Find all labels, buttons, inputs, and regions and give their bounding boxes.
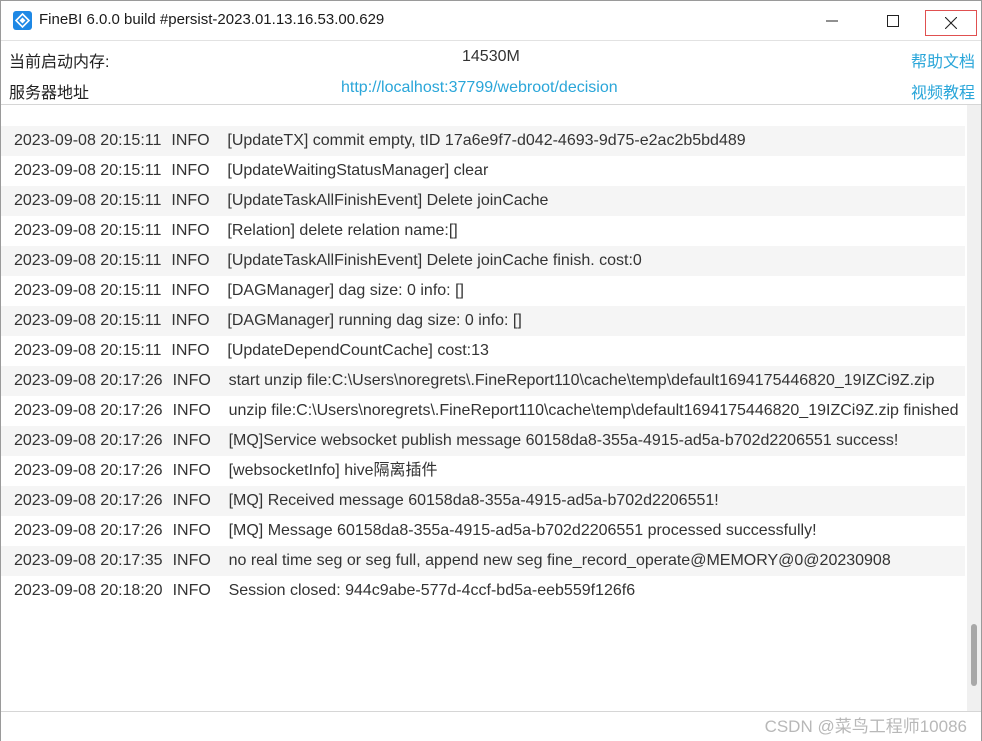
log-timestamp: 2023-09-08 20:18:20 xyxy=(14,582,163,599)
close-icon xyxy=(945,17,957,29)
scroll-thumb[interactable] xyxy=(971,624,977,686)
log-timestamp: 2023-09-08 20:17:26 xyxy=(14,462,163,479)
log-panel[interactable]: 2023-09-08 20:15:11 INFO [UpdateTX] commit… xyxy=(1,104,981,711)
log-row: 2023-09-08 20:17:26 INFO [MQ] Message 6015… xyxy=(1,516,965,546)
log-timestamp: 2023-09-08 20:15:11 xyxy=(14,342,162,359)
log-row: 2023-09-08 20:17:26 INFO [websocketInfo] h… xyxy=(1,456,965,486)
log-level: INFO xyxy=(171,342,210,359)
log-level: INFO xyxy=(172,462,211,479)
log-message: [Relation] delete relation name:[] xyxy=(227,222,458,239)
log-timestamp: 2023-09-08 20:17:26 xyxy=(14,432,163,449)
log-timestamp: 2023-09-08 20:15:11 xyxy=(14,282,162,299)
log-message: [websocketInfo] hive隔离插件 xyxy=(228,462,438,479)
log-level: INFO xyxy=(172,552,211,569)
address-label: 服务器地址 xyxy=(9,85,90,102)
log-timestamp: 2023-09-08 20:15:11 xyxy=(14,252,162,269)
log-level: INFO xyxy=(172,582,211,599)
bottom-bar: CSDN @菜鸟工程师10086 xyxy=(1,711,981,741)
log-message: [MQ] Message 60158da8-355a-4915-ad5a-b70… xyxy=(228,522,817,539)
log-row: 2023-09-08 20:15:11 INFO [UpdateTaskAllFin… xyxy=(1,186,965,216)
maximize-icon xyxy=(887,15,899,27)
log-timestamp: 2023-09-08 20:15:11 xyxy=(14,222,162,239)
log-level: INFO xyxy=(171,312,210,329)
log-row: 2023-09-08 20:15:11 INFO [UpdateTX] commit… xyxy=(1,126,965,156)
log-row: 2023-09-08 20:15:11 INFO [UpdateWaitingSta… xyxy=(1,156,965,186)
log-row: 2023-09-08 20:15:11 INFO [UpdateDependCoun… xyxy=(1,336,965,366)
log-message: [UpdateTaskAllFinishEvent] Delete joinCa… xyxy=(227,252,642,269)
log-level: INFO xyxy=(171,132,210,149)
log-timestamp: 2023-09-08 20:17:26 xyxy=(14,492,163,509)
memory-label: 当前启动内存: xyxy=(9,54,110,71)
log-row: 2023-09-08 20:15:11 INFO [DAGManager] dag … xyxy=(1,276,965,306)
log-message: [MQ] Received message 60158da8-355a-4915… xyxy=(228,492,719,509)
log-message: no real time seg or seg full, append new… xyxy=(228,552,891,569)
watermark: CSDN @菜鸟工程师10086 xyxy=(764,717,967,736)
title-bar[interactable]: FineBI 6.0.0 build #persist-2023.01.13.1… xyxy=(1,1,981,41)
log-message: [UpdateDependCountCache] cost:13 xyxy=(227,342,489,359)
log-message: start unzip file:C:\Users\noregrets\.Fin… xyxy=(228,372,935,389)
memory-value: 14530M xyxy=(462,48,520,65)
log-level: INFO xyxy=(171,162,210,179)
log-list: 2023-09-08 20:15:11 INFO [UpdateTX] commit… xyxy=(1,105,965,606)
log-level: INFO xyxy=(171,252,210,269)
log-message: [DAGManager] dag size: 0 info: [] xyxy=(227,282,464,299)
minimize-button[interactable] xyxy=(809,1,855,41)
log-message: [MQ]Service websocket publish message 60… xyxy=(228,432,899,449)
maximize-button[interactable] xyxy=(870,1,916,41)
log-timestamp: 2023-09-08 20:15:11 xyxy=(14,312,162,329)
log-row: 2023-09-08 20:17:26 INFO start unzip file:… xyxy=(1,366,965,396)
log-level: INFO xyxy=(171,282,210,299)
log-row: 2023-09-08 20:15:11 INFO [Relation] delete… xyxy=(1,216,965,246)
log-timestamp: 2023-09-08 20:17:26 xyxy=(14,402,163,419)
log-message: unzip file:C:\Users\noregrets\.FineRepor… xyxy=(228,402,959,419)
log-row: 2023-09-08 20:17:26 INFO unzip file:C:\Use… xyxy=(1,396,965,426)
log-row: 2023-09-08 20:18:20 INFO Session closed: 9… xyxy=(1,576,965,606)
close-button[interactable] xyxy=(925,10,977,36)
log-row: 2023-09-08 20:17:26 INFO [MQ] Received mes… xyxy=(1,486,965,516)
log-level: INFO xyxy=(171,222,210,239)
log-timestamp: 2023-09-08 20:15:11 xyxy=(14,132,162,149)
log-level: INFO xyxy=(172,402,211,419)
log-level: INFO xyxy=(172,432,211,449)
log-row: 2023-09-08 20:15:11 INFO [DAGManager] runn… xyxy=(1,306,965,336)
log-level: INFO xyxy=(171,192,210,209)
log-message: [DAGManager] running dag size: 0 info: [… xyxy=(227,312,522,329)
log-row: 2023-09-08 20:17:26 INFO [MQ]Service webso… xyxy=(1,426,965,456)
log-level: INFO xyxy=(172,372,211,389)
log-timestamp: 2023-09-08 20:15:11 xyxy=(14,192,162,209)
log-timestamp: 2023-09-08 20:17:35 xyxy=(14,552,163,569)
memory-row: 当前启动内存: 14530M 帮助文档 xyxy=(1,42,981,73)
log-timestamp: 2023-09-08 20:15:11 xyxy=(14,162,162,179)
log-message: [UpdateWaitingStatusManager] clear xyxy=(227,162,489,179)
finebi-logo-icon xyxy=(13,11,32,30)
video-tutorial-link[interactable]: 视频教程 xyxy=(911,79,975,103)
minimize-icon xyxy=(826,15,838,27)
log-row-partial xyxy=(1,105,965,126)
help-docs-link[interactable]: 帮助文档 xyxy=(911,48,975,72)
log-row: 2023-09-08 20:17:35 INFO no real time seg … xyxy=(1,546,965,576)
log-level: INFO xyxy=(172,522,211,539)
window-title: FineBI 6.0.0 build #persist-2023.01.13.1… xyxy=(39,11,385,28)
log-message: Session closed: 944c9abe-577d-4ccf-bd5a-… xyxy=(228,582,636,599)
log-row: 2023-09-08 20:15:11 INFO [UpdateTaskAllFin… xyxy=(1,246,965,276)
address-row: 服务器地址 http://localhost:37799/webroot/dec… xyxy=(1,73,981,104)
address-link[interactable]: http://localhost:37799/webroot/decision xyxy=(341,79,618,97)
log-timestamp: 2023-09-08 20:17:26 xyxy=(14,522,163,539)
log-message: [UpdateTaskAllFinishEvent] Delete joinCa… xyxy=(227,192,549,209)
vertical-scrollbar[interactable] xyxy=(967,105,981,711)
log-level: INFO xyxy=(172,492,211,509)
log-timestamp: 2023-09-08 20:17:26 xyxy=(14,372,163,389)
finebi-window: FineBI 6.0.0 build #persist-2023.01.13.1… xyxy=(0,0,982,741)
log-message: [UpdateTX] commit empty, tID 17a6e9f7-d0… xyxy=(227,132,746,149)
